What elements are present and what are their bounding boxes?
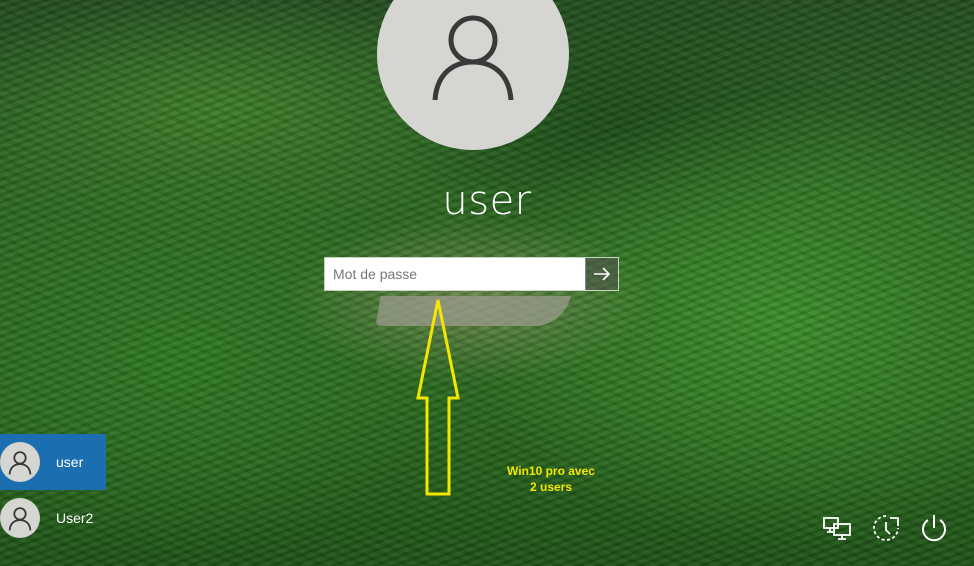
user-list-item-user2[interactable]: User2 xyxy=(0,490,106,546)
network-button[interactable] xyxy=(822,510,854,546)
submit-button[interactable] xyxy=(586,258,618,290)
annotation-arrow xyxy=(416,299,460,496)
person-icon xyxy=(8,507,32,531)
system-icons xyxy=(822,510,950,546)
annotation-note: Win10 pro avec 2 users xyxy=(488,463,614,495)
background-path xyxy=(375,296,571,326)
user-list-label: user xyxy=(56,454,84,470)
ease-of-access-icon xyxy=(873,515,899,541)
avatar xyxy=(0,498,40,538)
power-icon xyxy=(922,515,946,542)
password-input[interactable] xyxy=(325,258,586,290)
person-icon xyxy=(432,15,514,101)
password-box xyxy=(324,257,619,291)
user-list: user User2 xyxy=(0,434,106,546)
ease-of-access-button[interactable] xyxy=(870,510,902,546)
arrow-right-icon xyxy=(594,267,611,281)
user-list-label: User2 xyxy=(56,510,94,526)
user-avatar-large xyxy=(377,0,569,150)
network-icon xyxy=(823,517,851,540)
person-icon xyxy=(8,451,32,475)
annotation-line-1: Win10 pro avec xyxy=(507,464,595,478)
login-user-name: user xyxy=(442,178,532,224)
user-list-item-user[interactable]: user xyxy=(0,434,106,490)
avatar xyxy=(0,442,40,482)
power-button[interactable] xyxy=(918,510,950,546)
annotation-line-2: 2 users xyxy=(529,480,573,494)
